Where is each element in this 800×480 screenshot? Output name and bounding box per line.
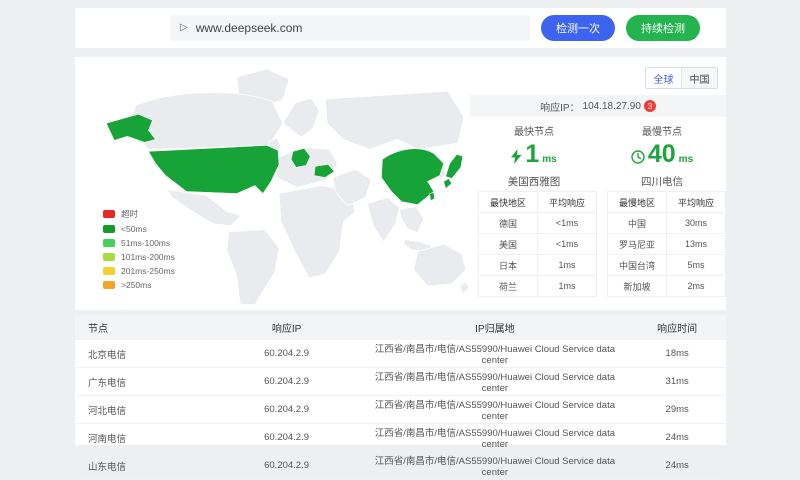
- legend-item: 101ms-200ms: [103, 252, 175, 262]
- col-response-ip: 响应IP: [212, 315, 362, 340]
- slowest-node-title: 最慢节点: [598, 123, 726, 138]
- map-country-usa: [148, 145, 279, 193]
- nodes-table-card: 节点 响应IP IP归属地 响应时间 北京电信 60.204.2.9 江西省/南…: [75, 315, 726, 445]
- slowest-node-unit: ms: [679, 154, 693, 165]
- slowest-node: 最慢节点 40 ms 四川电信: [598, 123, 726, 189]
- slowest-node-location: 四川电信: [598, 174, 726, 189]
- fastest-node-location: 美国西雅图: [470, 174, 598, 189]
- nodes-table: 节点 响应IP IP归属地 响应时间 北京电信 60.204.2.9 江西省/南…: [75, 315, 726, 480]
- slowest-node-value: 40: [648, 142, 676, 167]
- legend-swatch-lt50: [103, 225, 115, 233]
- slowest-regions-table: 最慢地区 平均响应 中国 30ms 罗马尼亚 13ms 中国台湾 5ms 新加坡: [607, 191, 726, 297]
- fastest-regions-table: 最快地区 平均响应 德国 <1ms 美国 <1ms 日本 1ms 荷兰 1m: [478, 191, 597, 297]
- table-row: 美国 <1ms: [479, 234, 597, 255]
- continuous-test-button[interactable]: 持续检测: [626, 15, 700, 41]
- map-country-japan: [444, 154, 463, 188]
- map-india: [367, 198, 399, 242]
- extreme-nodes: 最快节点 1 ms 美国西雅图 最慢节点 40: [470, 123, 726, 189]
- legend-swatch-201-250: [103, 267, 115, 275]
- col-ip-location: IP归属地: [361, 315, 628, 340]
- table-row: 广东电信 60.204.2.9 江西省/南昌市/电信/AS55990/Huawe…: [75, 368, 726, 396]
- result-card: 超时 <50ms 51ms-100ms 101ms-200ms 201ms-25…: [75, 57, 726, 310]
- lightning-icon: [511, 149, 522, 164]
- map-mexico: [167, 190, 241, 226]
- table-row: 新加坡 2ms: [608, 276, 726, 297]
- play-icon: ▷: [180, 23, 188, 33]
- map-scandinavia: [283, 98, 319, 137]
- region-tables: 最快地区 平均响应 德国 <1ms 美国 <1ms 日本 1ms 荷兰 1m: [478, 191, 726, 297]
- map-country-taiwan: [430, 193, 435, 201]
- table-row: 中国 30ms: [608, 213, 726, 234]
- map-russia: [325, 91, 464, 149]
- url-input[interactable]: ▷ www.deepseek.com: [170, 15, 530, 41]
- top-toolbar: ▷ www.deepseek.com 检测一次 持续检测: [75, 8, 726, 48]
- col-fastest-region: 最快地区: [479, 192, 538, 213]
- table-row: 德国 <1ms: [479, 213, 597, 234]
- legend-item: 201ms-250ms: [103, 266, 175, 276]
- col-slowest-region: 最慢地区: [608, 192, 667, 213]
- col-node: 节点: [75, 315, 212, 340]
- map-legend: 超时 <50ms 51ms-100ms 101ms-200ms 201ms-25…: [103, 208, 175, 294]
- fastest-node-unit: ms: [542, 154, 556, 165]
- table-row: 北京电信 60.204.2.9 江西省/南昌市/电信/AS55990/Huawe…: [75, 340, 726, 368]
- map-country-alaska: [106, 114, 155, 142]
- tab-china[interactable]: 中国: [681, 68, 717, 88]
- fastest-node-value: 1: [525, 142, 539, 167]
- scope-tabs: 全球 中国: [645, 67, 718, 89]
- legend-swatch-timeout: [103, 210, 115, 218]
- legend-item: <50ms: [103, 224, 175, 234]
- table-row: 荷兰 1ms: [479, 276, 597, 297]
- legend-item: 超时: [103, 208, 175, 220]
- world-map: 超时 <50ms 51ms-100ms 101ms-200ms 201ms-25…: [81, 63, 473, 304]
- ip-count-badge[interactable]: 3: [644, 100, 656, 112]
- clock-icon: [631, 150, 645, 164]
- table-row: 日本 1ms: [479, 255, 597, 276]
- response-ip-bar: 响应IP： 104.18.27.90 3: [470, 95, 726, 117]
- legend-swatch-gt250: [103, 281, 115, 289]
- col-avg-response: 平均响应: [667, 192, 726, 213]
- table-row: 河南电信 60.204.2.9 江西省/南昌市/电信/AS55990/Huawe…: [75, 424, 726, 452]
- table-row: 罗马尼亚 13ms: [608, 234, 726, 255]
- nodes-table-header: 节点 响应IP IP归属地 响应时间: [75, 315, 726, 340]
- response-ip-value: 104.18.27.90: [583, 101, 641, 112]
- tab-global[interactable]: 全球: [646, 68, 681, 88]
- table-row: 河北电信 60.204.2.9 江西省/南昌市/电信/AS55990/Huawe…: [75, 396, 726, 424]
- col-response-time: 响应时间: [628, 315, 726, 340]
- fastest-node: 最快节点 1 ms 美国西雅图: [470, 123, 598, 189]
- legend-swatch-51-100: [103, 239, 115, 247]
- test-once-button[interactable]: 检测一次: [541, 15, 615, 41]
- table-row: 山东电信 60.204.2.9 江西省/南昌市/电信/AS55990/Huawe…: [75, 452, 726, 480]
- table-row: 中国台湾 5ms: [608, 255, 726, 276]
- legend-swatch-101-200: [103, 253, 115, 261]
- legend-item: >250ms: [103, 280, 175, 290]
- map-new-zealand: [460, 282, 469, 294]
- fastest-node-title: 最快节点: [470, 123, 598, 138]
- col-avg-response: 平均响应: [538, 192, 597, 213]
- map-se-asia: [400, 207, 424, 233]
- legend-item: 51ms-100ms: [103, 238, 175, 248]
- stats-panel: 全球 中国 响应IP： 104.18.27.90 3 最快节点 1 ms 美国西…: [470, 57, 726, 310]
- response-ip-label: 响应IP：: [540, 99, 579, 114]
- map-south-america: [227, 230, 279, 304]
- url-value[interactable]: www.deepseek.com: [196, 21, 303, 35]
